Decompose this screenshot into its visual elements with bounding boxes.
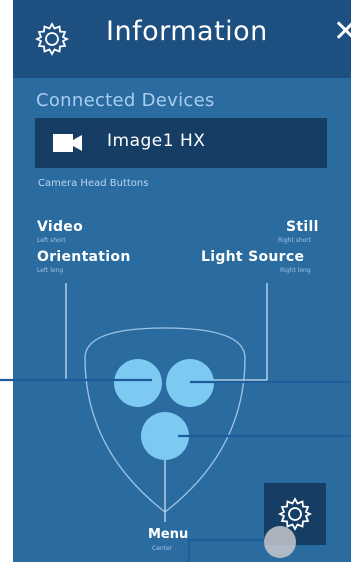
- sub-menu: Center: [152, 545, 173, 552]
- touch-indicator: [264, 526, 296, 558]
- camera-head-diagram: [0, 283, 351, 562]
- label-menu: Menu: [148, 527, 189, 542]
- callout-settings: [187, 538, 270, 562]
- video-orientation-button: [114, 359, 162, 407]
